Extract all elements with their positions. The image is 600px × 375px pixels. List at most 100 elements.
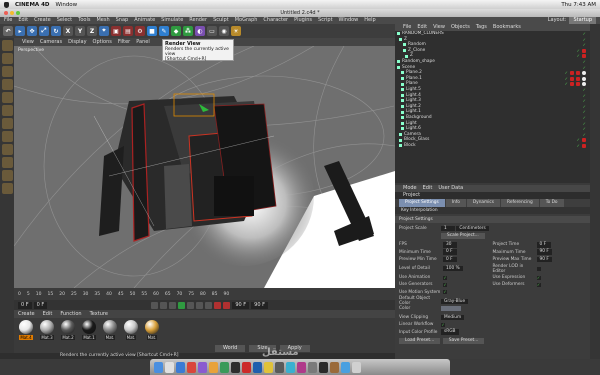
- menu-file[interactable]: File: [4, 17, 12, 24]
- object-row[interactable]: Block ✓: [395, 143, 590, 149]
- app-icon[interactable]: [264, 361, 273, 373]
- menu-plugins[interactable]: Plugins: [294, 17, 312, 24]
- menu-sculpt[interactable]: Sculpt: [213, 17, 229, 24]
- app-menu[interactable]: CINEMA 4D: [15, 2, 49, 8]
- polygons-mode-icon[interactable]: [1, 118, 13, 129]
- app-icon[interactable]: [330, 361, 339, 373]
- end-frame-field[interactable]: 90 F: [232, 301, 250, 309]
- attrmenu-mode[interactable]: Mode: [403, 185, 417, 192]
- app-icon[interactable]: [209, 361, 218, 373]
- minimize-icon[interactable]: [10, 11, 14, 15]
- z-axis-icon[interactable]: Z: [87, 26, 97, 36]
- color-swatch[interactable]: [441, 305, 461, 312]
- snap-icon[interactable]: [1, 157, 13, 168]
- compositing-tag-icon[interactable]: [582, 82, 586, 87]
- timeline-ruler[interactable]: 0 5 10 15 20 25 30 35 40 45 50 55 60 65 …: [14, 288, 395, 300]
- make-editable-icon[interactable]: [1, 40, 13, 51]
- cinema4d-icon[interactable]: [319, 361, 328, 373]
- viewport-menu-filter[interactable]: Filter: [118, 38, 130, 46]
- tab-key-interpolation[interactable]: Key Interpolation: [395, 207, 590, 214]
- visibility-check-icon[interactable]: ✓: [583, 132, 586, 138]
- menu-tools[interactable]: Tools: [78, 17, 90, 24]
- project-unit-dropdown[interactable]: Centimeters: [456, 225, 489, 232]
- attrmenu-edit[interactable]: Edit: [423, 185, 433, 192]
- launchpad-icon[interactable]: [165, 361, 174, 373]
- material-tag-icon[interactable]: [576, 76, 580, 81]
- points-mode-icon[interactable]: [1, 92, 13, 103]
- use-generators-checkbox[interactable]: ✓: [443, 282, 447, 287]
- material-tag-icon[interactable]: [582, 138, 586, 143]
- objmenu-edit[interactable]: Edit: [417, 24, 427, 31]
- menu-simulate[interactable]: Simulate: [161, 17, 183, 24]
- apple-icon[interactable]: [4, 1, 9, 8]
- render-settings-icon[interactable]: ⚙: [135, 26, 145, 36]
- attrmenu-userdata[interactable]: User Data: [438, 185, 463, 192]
- default-color-dropdown[interactable]: Gray-Blue: [441, 298, 469, 305]
- view-clipping-dropdown[interactable]: Medium: [441, 314, 465, 321]
- material-menu-edit[interactable]: Edit: [43, 310, 53, 318]
- save-preset-button[interactable]: Save Preset...: [442, 338, 485, 345]
- menu-create[interactable]: Create: [34, 17, 51, 24]
- menu-help[interactable]: Help: [364, 17, 375, 24]
- window-menu[interactable]: Window: [55, 2, 77, 8]
- viewport-menu-display[interactable]: Display: [68, 38, 86, 46]
- app-icon[interactable]: [242, 361, 251, 373]
- select-icon[interactable]: ▸: [15, 26, 25, 36]
- load-preset-button[interactable]: Load Preset...: [399, 338, 441, 345]
- y-axis-icon[interactable]: Y: [75, 26, 85, 36]
- array-icon[interactable]: ⁂: [183, 26, 193, 36]
- menu-snap[interactable]: Snap: [116, 17, 129, 24]
- rotate-icon[interactable]: ↻: [51, 26, 61, 36]
- use-motion-checkbox[interactable]: ✓: [443, 290, 447, 295]
- menu-animate[interactable]: Animate: [134, 17, 155, 24]
- project-scale-field[interactable]: 1: [441, 225, 455, 232]
- go-end-icon[interactable]: [205, 301, 213, 309]
- safari-icon[interactable]: [176, 361, 185, 373]
- app-icon[interactable]: [341, 361, 350, 373]
- close-icon[interactable]: [4, 11, 8, 15]
- visibility-check-icon[interactable]: ✓: [577, 143, 580, 149]
- fps-field[interactable]: 30: [443, 242, 457, 248]
- next-key-icon[interactable]: [196, 301, 204, 309]
- use-deformers-checkbox[interactable]: ✓: [536, 282, 541, 287]
- material-tag-icon[interactable]: [576, 82, 580, 87]
- preview-max-field[interactable]: 90 F: [536, 256, 552, 263]
- layout-selector[interactable]: Layout: Startup: [548, 17, 596, 24]
- finder-icon[interactable]: [154, 361, 163, 373]
- tab-referencing[interactable]: Referencing: [501, 199, 539, 207]
- current-frame-field[interactable]: 0 F: [33, 301, 48, 309]
- lock-workplane-icon[interactable]: [1, 170, 13, 181]
- app-icon[interactable]: [220, 361, 229, 373]
- material-swatch[interactable]: Mat.4: [18, 320, 34, 342]
- material-swatch[interactable]: Mat.2: [60, 320, 76, 342]
- cube-icon[interactable]: ■: [147, 26, 157, 36]
- prev-frame-icon[interactable]: [169, 301, 177, 309]
- viewport-menu-panel[interactable]: Panel: [136, 38, 150, 46]
- play-icon[interactable]: [178, 301, 186, 309]
- edges-mode-icon[interactable]: [1, 105, 13, 116]
- zoom-icon[interactable]: [16, 11, 20, 15]
- world-dropdown[interactable]: World: [215, 345, 246, 352]
- material-swatch[interactable]: Mat.: [144, 320, 160, 342]
- material-tag-icon[interactable]: [570, 70, 574, 75]
- compositing-tag-icon[interactable]: [582, 70, 586, 75]
- material-swatch[interactable]: Mat.1: [81, 320, 97, 342]
- record-icon[interactable]: [214, 301, 222, 309]
- input-profile-dropdown[interactable]: sRGB: [441, 329, 459, 335]
- menu-select[interactable]: Select: [57, 17, 72, 24]
- camera-icon[interactable]: ◉: [219, 26, 229, 36]
- min-time-field[interactable]: 0 F: [443, 249, 457, 255]
- trash-icon[interactable]: [352, 361, 361, 373]
- material-tag-icon[interactable]: [582, 48, 586, 53]
- subdivision-icon[interactable]: ◆: [171, 26, 181, 36]
- go-start-icon[interactable]: [151, 301, 159, 309]
- objmenu-file[interactable]: File: [403, 24, 411, 31]
- scale-project-button[interactable]: Scale Project...: [441, 232, 485, 239]
- menu-render[interactable]: Render: [189, 17, 207, 24]
- use-expression-checkbox[interactable]: ✓: [536, 275, 541, 280]
- coord-system-icon[interactable]: ⌖: [99, 26, 109, 36]
- axis-mode-icon[interactable]: [1, 131, 13, 142]
- max-time-field[interactable]: 90 F: [536, 249, 552, 255]
- app-icon[interactable]: [198, 361, 207, 373]
- viewport-menu-options[interactable]: Options: [93, 38, 112, 46]
